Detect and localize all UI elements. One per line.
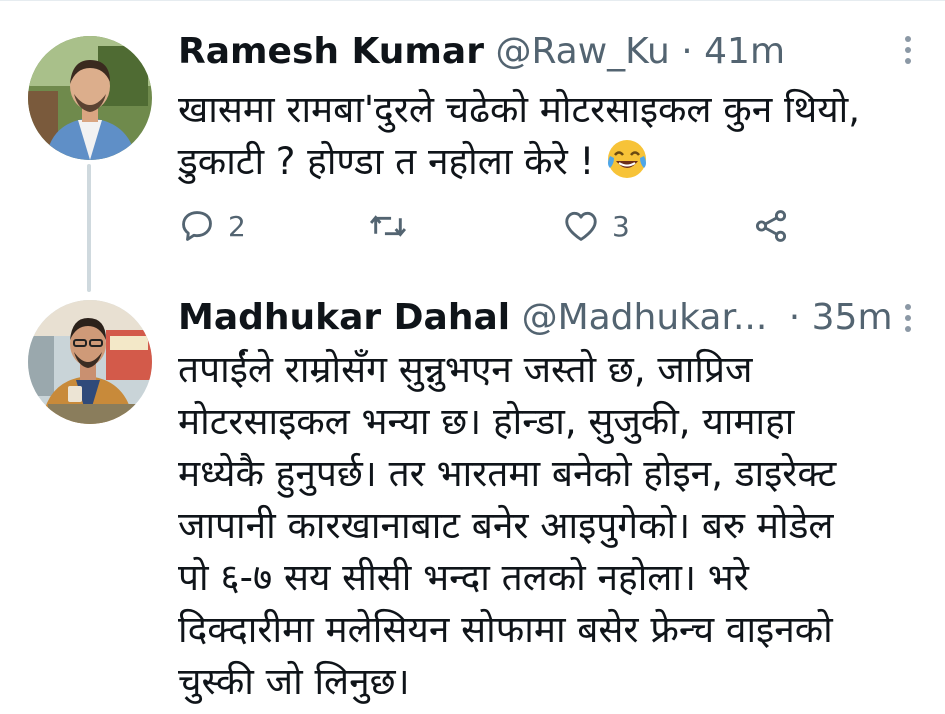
share-icon (752, 207, 790, 245)
author-name[interactable]: Ramesh Kumar (178, 31, 484, 72)
tweet-actions: 2 3 (178, 204, 818, 248)
share-button[interactable] (752, 204, 790, 248)
tweet-header: Ramesh Kumar @Raw_Ku · 41m (178, 32, 925, 72)
retweet-button[interactable] (368, 204, 408, 248)
tweet-text: खासमा रामबा'दुरले चढेको मोटरसाइकल कुन थि… (178, 84, 907, 194)
avatar[interactable] (28, 36, 152, 160)
author-handle[interactable]: @Raw_Ku (495, 31, 669, 72)
author-handle[interactable]: @Madhukar... (522, 297, 768, 338)
like-button[interactable]: 3 (562, 204, 630, 248)
like-count: 3 (612, 209, 630, 243)
timestamp[interactable]: 41m (704, 31, 785, 72)
reply-count: 2 (228, 209, 246, 243)
more-vertical-icon[interactable] (903, 304, 913, 337)
tweet-header: Madhukar Dahal @Madhukar... · 35m (178, 298, 925, 338)
tweet-ramesh[interactable]: Ramesh Kumar @Raw_Ku · 41m खासमा रामबा'द… (0, 0, 945, 290)
separator-dot: · (788, 297, 801, 338)
more-vertical-icon[interactable] (903, 36, 913, 69)
reply-icon (178, 207, 216, 245)
thread-connector (87, 164, 91, 292)
like-icon (562, 207, 600, 245)
tweet-text: तपाईंले राम्रोसँग सुन्नुभएन जस्तो छ, जाप… (178, 348, 837, 703)
tweet-madhukar[interactable]: Madhukar Dahal @Madhukar... · 35m तपाईंल… (0, 290, 945, 714)
author-name[interactable]: Madhukar Dahal (178, 297, 510, 338)
tweet-text-content: खासमा रामबा'दुरले चढेको मोटरसाइकल कुन थि… (178, 88, 861, 183)
face-with-tears-of-joy-icon (606, 138, 648, 194)
retweet-icon (368, 207, 408, 245)
timestamp[interactable]: 35m (812, 297, 893, 338)
separator-dot: · (681, 31, 693, 72)
avatar[interactable] (28, 300, 152, 424)
reply-button[interactable]: 2 (178, 204, 246, 248)
